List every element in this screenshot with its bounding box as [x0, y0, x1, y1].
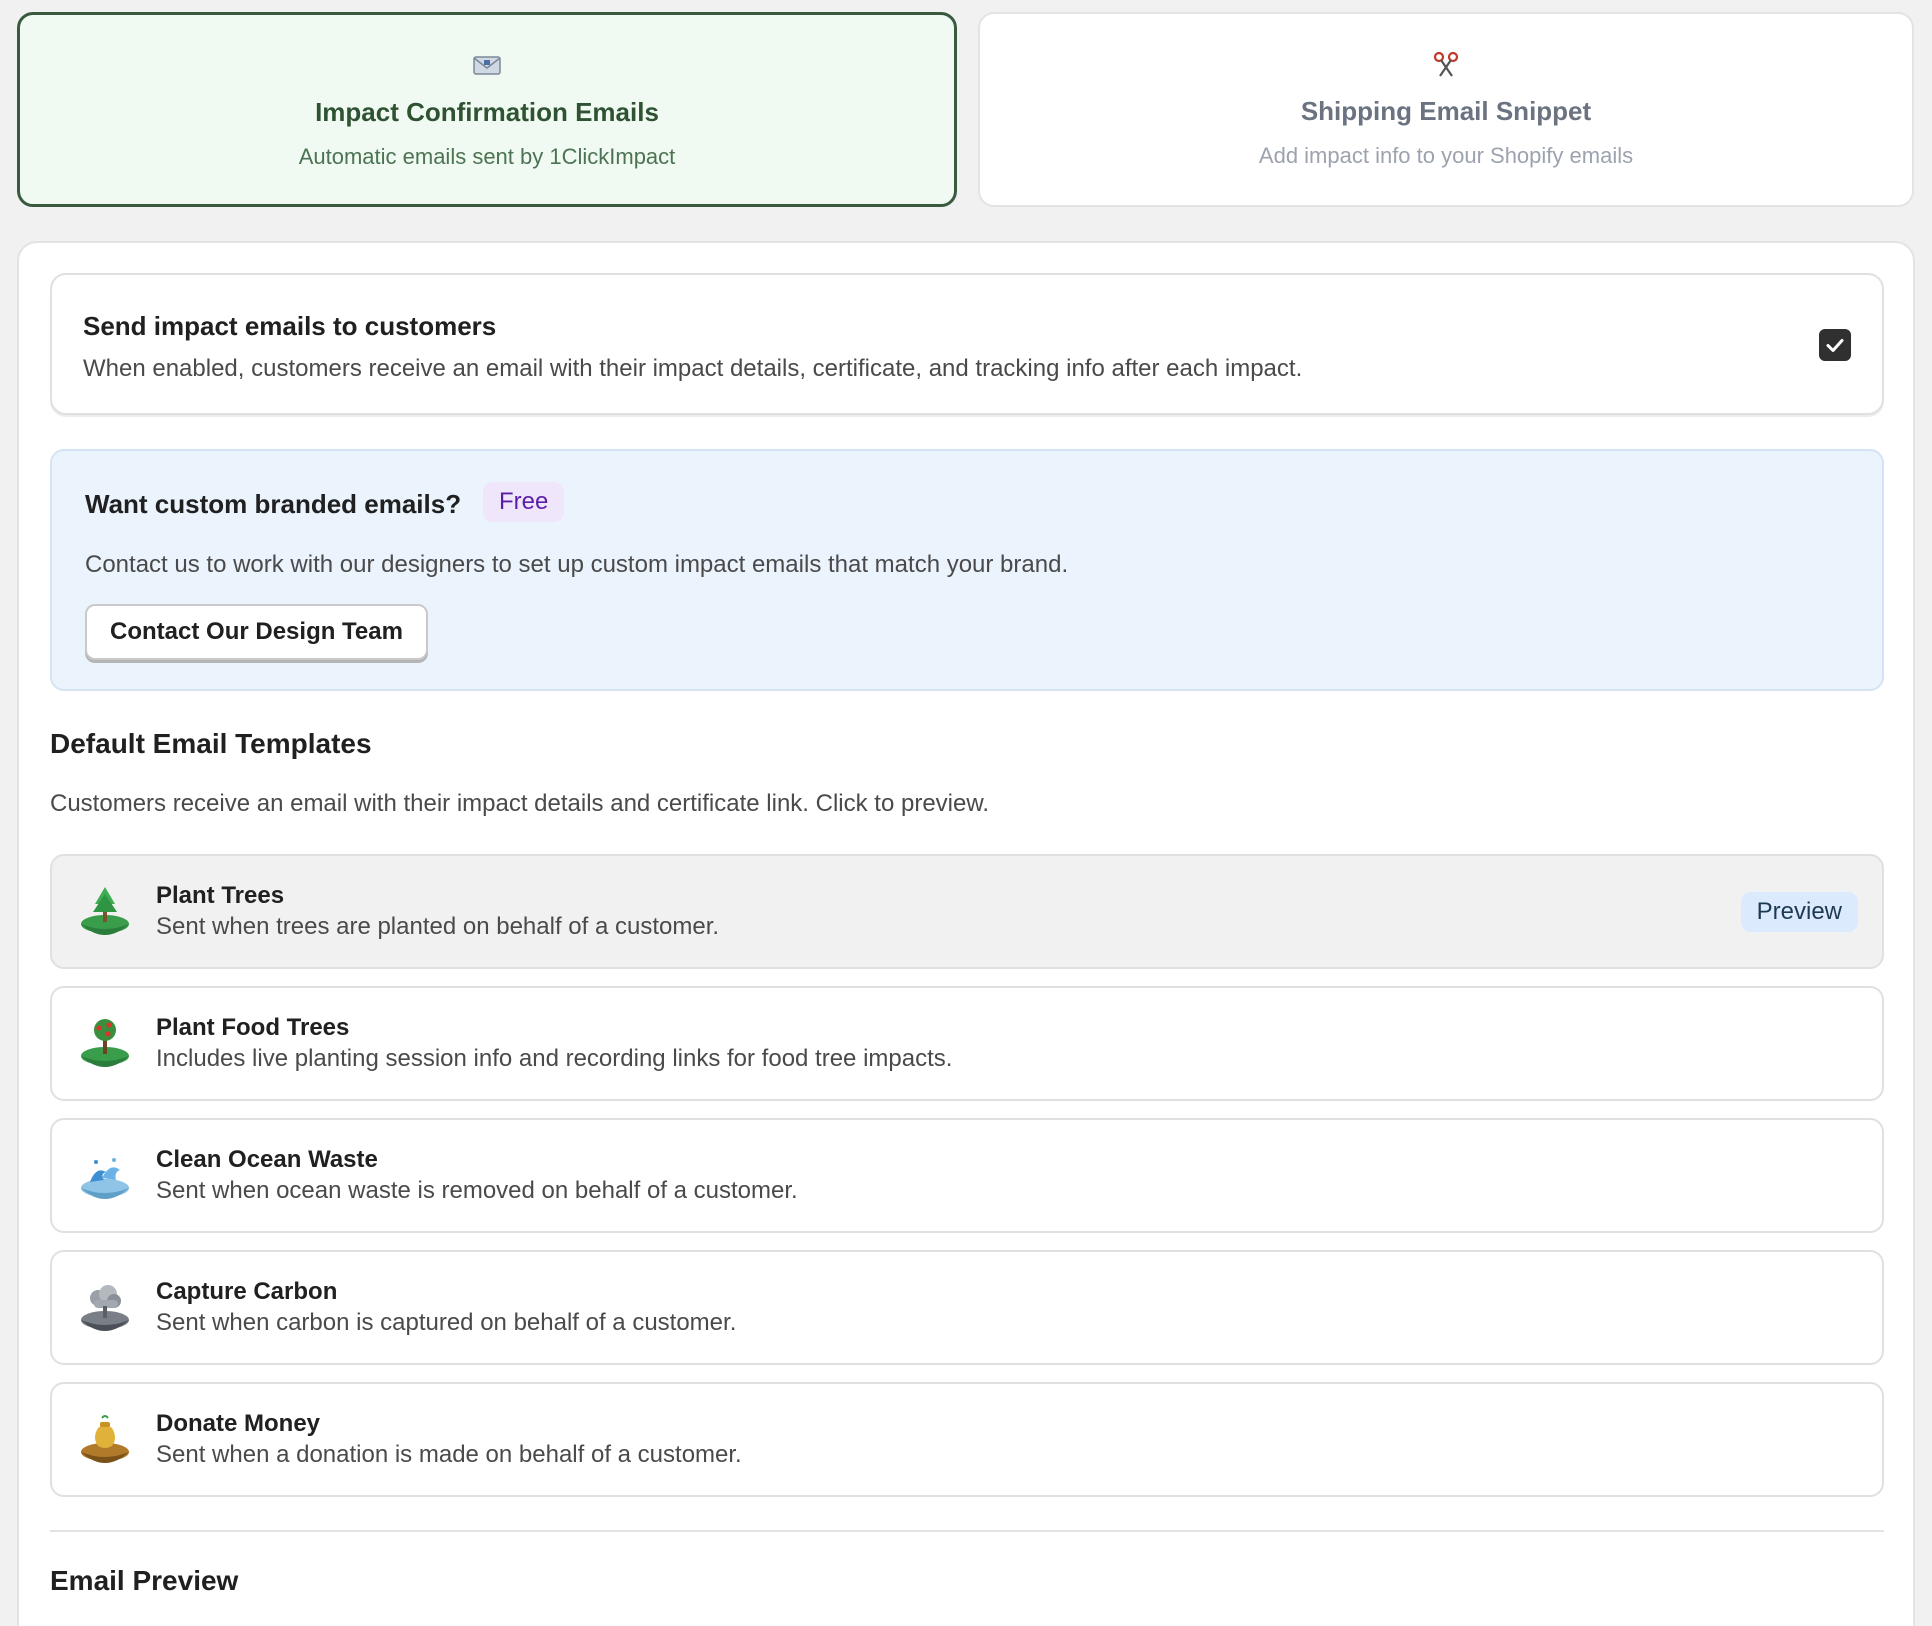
envelope-icon	[473, 56, 501, 75]
main-panel: Send impact emails to customers When ena…	[17, 241, 1915, 1626]
checkmark-icon	[1826, 339, 1844, 352]
template-title: Capture Carbon	[156, 1278, 338, 1305]
money-bag-icon	[81, 1415, 129, 1463]
template-description: Includes live planting session info and …	[156, 1045, 953, 1072]
tab-subtitle: Add impact info to your Shopify emails	[1258, 143, 1634, 168]
free-badge: Free	[483, 482, 565, 522]
setting-title: Send impact emails to customers	[83, 311, 497, 341]
ocean-wave-icon	[81, 1158, 129, 1199]
tab-title: Impact Confirmation Emails	[315, 97, 659, 127]
page: Impact Confirmation Emails Automatic ema…	[0, 0, 1932, 1626]
email-preview-title: Email Preview	[50, 1565, 239, 1596]
templates-section-description: Customers receive an email with their im…	[50, 790, 990, 817]
templates-section-title: Default Email Templates	[50, 728, 372, 759]
send-emails-checkbox[interactable]	[1819, 329, 1851, 361]
setting-description: When enabled, customers receive an email…	[83, 355, 1303, 382]
template-description: Sent when trees are planted on behalf of…	[156, 913, 720, 940]
promo-title: Want custom branded emails?	[85, 489, 462, 519]
template-donate-money[interactable]: Donate Money Sent when a donation is mad…	[50, 1382, 1884, 1497]
tab-subtitle: Automatic emails sent by 1ClickImpact	[298, 144, 676, 169]
template-title: Donate Money	[156, 1410, 321, 1437]
contact-design-team-button[interactable]: Contact Our Design Team	[85, 604, 428, 660]
custom-emails-promo: Want custom branded emails? Free Contact…	[50, 449, 1884, 691]
section-divider	[50, 1530, 1884, 1532]
template-description: Sent when ocean waste is removed on beha…	[156, 1177, 798, 1204]
scissors-icon	[1433, 51, 1459, 77]
template-clean-ocean-waste[interactable]: Clean Ocean Waste Sent when ocean waste …	[50, 1118, 1884, 1233]
promo-description: Contact us to work with our designers to…	[85, 551, 1069, 578]
food-tree-icon	[81, 1019, 129, 1067]
carbon-cloud-icon	[81, 1285, 129, 1331]
template-plant-food-trees[interactable]: Plant Food Trees Includes live planting …	[50, 986, 1884, 1101]
template-title: Clean Ocean Waste	[156, 1146, 378, 1173]
template-title: Plant Trees	[156, 882, 285, 909]
preview-badge[interactable]: Preview	[1740, 892, 1858, 932]
template-title: Plant Food Trees	[156, 1014, 350, 1041]
tab-impact-confirmation-emails[interactable]: Impact Confirmation Emails Automatic ema…	[17, 12, 957, 207]
template-description: Sent when carbon is captured on behalf o…	[156, 1309, 737, 1336]
tab-shipping-email-snippet[interactable]: Shipping Email Snippet Add impact info t…	[978, 12, 1914, 207]
template-capture-carbon[interactable]: Capture Carbon Sent when carbon is captu…	[50, 1250, 1884, 1365]
tab-title: Shipping Email Snippet	[1300, 96, 1592, 126]
template-description: Sent when a donation is made on behalf o…	[156, 1441, 742, 1468]
template-plant-trees[interactable]: Plant Trees Sent when trees are planted …	[50, 854, 1884, 969]
send-emails-setting: Send impact emails to customers When ena…	[50, 273, 1884, 415]
plant-trees-icon	[81, 887, 129, 935]
